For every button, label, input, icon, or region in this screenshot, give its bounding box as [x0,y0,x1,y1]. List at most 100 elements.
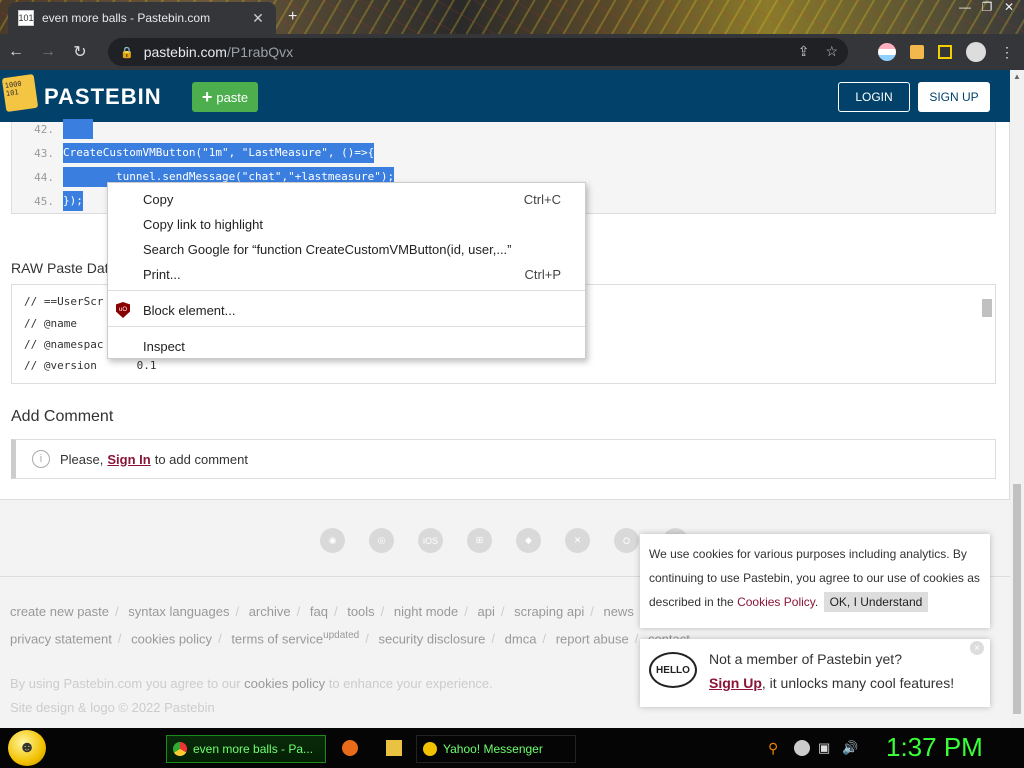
scroll-up-icon[interactable]: ▲ [1013,72,1021,81]
messenger-tray-icon[interactable] [794,740,810,756]
firefox-icon[interactable]: ◎ [369,528,394,553]
browser-tab-strip: 101 even more balls - Pastebin.com ✕ + —… [0,0,1024,34]
note-pre: By using Pastebin.com you agree to our [10,676,241,691]
lock-icon[interactable]: 🔒 [120,46,134,59]
cookie-note: By using Pastebin.com you agree to our c… [10,672,493,696]
menu-item-inspect[interactable]: Inspect [108,334,585,358]
side-panel-icon[interactable] [938,45,952,59]
back-icon[interactable]: ← [0,43,32,61]
profile-avatar[interactable] [966,42,986,62]
start-smiley-icon[interactable]: ☻ [8,730,46,766]
address-bar[interactable]: 🔒 pastebin.com/P1rabQvx ⇪ ☆ [108,38,848,66]
footer-link[interactable]: report abuse [556,631,629,646]
window-controls: — ❐ ✕ [954,0,1020,16]
note-post: to enhance your experience. [328,676,493,691]
raw-line: // @version 0.1 [24,359,157,372]
taskbar-item-label: even more balls - Pa... [193,742,314,756]
footer-link[interactable]: scraping api [514,604,584,619]
raw-line: // @namespac [24,338,104,351]
close-tab-icon[interactable]: ✕ [250,10,266,27]
mac-icon[interactable]: ✕ [565,528,590,553]
footer-link[interactable]: tools [347,604,374,619]
search-icon[interactable]: ⚲ [768,740,784,756]
footer-link[interactable]: syntax languages [128,604,229,619]
url-host: pastebin.com [143,44,227,60]
yahoo-smiley-icon [423,742,437,756]
footer-links-row: privacy statement / cookies policy / terms… [10,624,690,651]
folder-taskbar-icon[interactable] [386,740,402,756]
browser-menu-icon[interactable]: ⋮ [1000,44,1014,61]
footer-link[interactable]: terms of service [231,631,323,646]
pastebin-brand[interactable]: PASTEBIN [44,84,162,110]
firefox-taskbar-icon[interactable] [342,740,358,756]
extensions-puzzle-icon[interactable] [910,45,924,59]
maximize-icon[interactable]: ❐ [976,0,998,16]
footer-links: create new paste / syntax languages / arch… [10,600,690,651]
menu-item-copy-link[interactable]: Copy link to highlight [108,212,585,236]
footer-link[interactable]: api [478,604,495,619]
os-taskbar: ☻ even more balls - Pa... Yahoo! Messeng… [0,728,1024,768]
browser-tab[interactable]: 101 even more balls - Pastebin.com ✕ [8,2,276,34]
taskbar-item-messenger[interactable]: Yahoo! Messenger [416,735,576,763]
footer-link[interactable]: night mode [394,604,458,619]
selected-code[interactable]: }); [63,191,83,211]
code-line: 43. CreateCustomVMButton("1m", "LastMeas… [12,141,375,165]
footer-link[interactable]: privacy statement [10,631,112,646]
menu-item-search-google[interactable]: Search Google for “function CreateCustom… [108,237,585,261]
share-icon[interactable]: ⇪ [798,43,810,60]
forward-icon[interactable]: → [32,43,64,61]
page-scrollbar[interactable]: ▲ [1010,70,1024,728]
promo-signup-link[interactable]: Sign Up [709,675,762,691]
pastebin-logo-icon[interactable]: 1000 101 [1,73,39,113]
windows-icon[interactable]: ⊞ [467,528,492,553]
menu-item-copy[interactable]: Copy Ctrl+C [108,187,585,211]
chrome-icon[interactable]: ◉ [320,528,345,553]
footer-link[interactable]: create new paste [10,604,109,619]
copyright: Site design & logo © 2022 Pastebin [10,700,215,715]
footer-link[interactable]: dmca [505,631,537,646]
login-button[interactable]: LOGIN [838,82,910,112]
bookmark-star-icon[interactable]: ☆ [825,43,838,60]
textarea-scrollbar[interactable] [981,289,993,373]
menu-item-label: Copy link to highlight [143,216,263,232]
selected-code[interactable] [63,119,93,139]
selected-code[interactable]: CreateCustomVMButton("1m", "LastMeasure"… [63,143,375,163]
chrome-icon [173,742,187,756]
sign-in-link[interactable]: Sign In [107,452,150,467]
tab-title: even more balls - Pastebin.com [42,11,211,25]
taskbar-clock[interactable]: 1:37 PM [886,732,983,763]
new-paste-button[interactable]: + paste [192,82,258,112]
textarea-scroll-thumb[interactable] [982,299,992,317]
taskbar-item-browser[interactable]: even more balls - Pa... [166,735,326,763]
accept-cookies-button[interactable]: OK, I Understand [823,592,929,612]
android-icon[interactable]: ◆ [516,528,541,553]
promo-question: Not a member of Pastebin yet? [709,651,902,667]
footer-link[interactable]: faq [310,604,328,619]
cookie-period: . [814,595,819,609]
ios-icon[interactable]: iOS [418,528,443,553]
page-scroll-thumb[interactable] [1013,484,1021,714]
minimize-icon[interactable]: — [954,0,976,16]
footer-link[interactable]: archive [249,604,291,619]
reload-icon[interactable]: ↻ [64,42,96,62]
extension-ball-icon[interactable] [878,43,896,61]
volume-icon[interactable]: 🔊 [842,740,858,756]
pastebin-favicon-icon: 101 [18,10,34,26]
cookies-policy-link[interactable]: Cookies Policy [737,595,815,609]
new-tab-icon[interactable]: + [288,8,297,26]
cookies-policy-link[interactable]: cookies policy [244,676,325,691]
close-window-icon[interactable]: ✕ [998,0,1020,16]
footer-link[interactable]: news [603,604,633,619]
menu-item-shortcut: Ctrl+P [524,266,561,282]
footer-link[interactable]: security disclosure [378,631,485,646]
close-popup-icon[interactable]: × [970,641,984,655]
info-icon: i [32,450,50,468]
line-number: 43. [34,146,54,160]
signup-button[interactable]: SIGN UP [918,82,990,112]
menu-item-block-element[interactable]: uO Block element... [108,298,585,322]
menu-item-print[interactable]: Print... Ctrl+P [108,262,585,286]
network-icon[interactable]: ▣ [818,740,834,756]
footer-link[interactable]: cookies policy [131,631,212,646]
raw-paste-data-title: RAW Paste Dat [11,260,109,276]
opera-icon[interactable]: O [614,528,639,553]
